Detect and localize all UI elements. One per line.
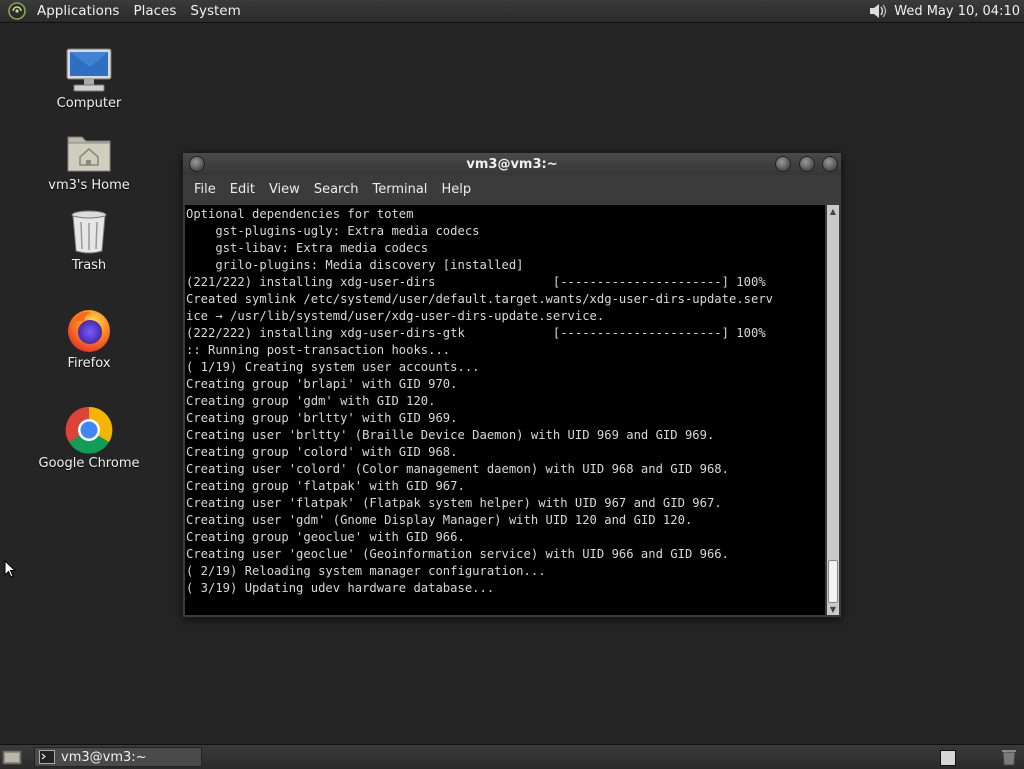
desktop-icon-home[interactable]: vm3's Home <box>34 128 144 193</box>
desktop-icon-label: Computer <box>56 96 122 111</box>
home-folder-icon <box>67 136 111 172</box>
places-menu[interactable]: Places <box>126 0 183 22</box>
terminal-line: ( 3/19) Updating udev hardware database.… <box>186 581 495 595</box>
terminal-line: Creating user 'brltty' (Braille Device D… <box>186 428 715 442</box>
terminal-line: grilo-plugins: Media discovery [installe… <box>215 258 524 272</box>
terminal-line: Creating user 'geoclue' (Geoinformation … <box>186 547 729 561</box>
terminal-line: ( 1/19) Creating system user accounts... <box>186 360 480 374</box>
maximize-button[interactable] <box>799 156 815 172</box>
menu-help[interactable]: Help <box>434 182 478 197</box>
desktop-icon-label: Firefox <box>67 356 111 371</box>
menu-search[interactable]: Search <box>307 182 366 197</box>
terminal-scrollbar[interactable]: ▲ ▼ <box>827 205 839 615</box>
clock[interactable]: Wed May 10, 04:10 <box>894 4 1024 19</box>
window-title: vm3@vm3:~ <box>466 156 558 172</box>
desktop-icon-label: Google Chrome <box>38 456 140 471</box>
taskbar-button-label: vm3@vm3:~ <box>61 749 147 765</box>
terminal-line: Created symlink /etc/systemd/user/defaul… <box>186 292 773 306</box>
menu-terminal[interactable]: Terminal <box>365 182 434 197</box>
menu-file[interactable]: File <box>187 182 223 197</box>
minimize-button[interactable] <box>775 156 791 172</box>
menu-view[interactable]: View <box>262 182 307 197</box>
firefox-icon <box>68 310 110 352</box>
terminal-icon <box>39 750 55 764</box>
desktop-icon-firefox[interactable]: Firefox <box>34 306 144 371</box>
terminal-line: Creating group 'brltty' with GID 969. <box>186 411 458 425</box>
terminal-line: Creating group 'colord' with GID 968. <box>186 445 458 459</box>
terminal-menubar: File Edit View Search Terminal Help <box>183 175 841 203</box>
taskbar-button-terminal[interactable]: vm3@vm3:~ <box>34 747 202 767</box>
terminal-line: Creating group 'flatpak' with GID 967. <box>186 479 465 493</box>
menu-edit[interactable]: Edit <box>223 182 262 197</box>
close-button[interactable] <box>822 156 838 172</box>
workspace-switcher[interactable] <box>940 750 956 766</box>
chrome-icon <box>65 406 113 454</box>
terminal-text: Optional dependencies for totem gst-plug… <box>185 205 825 597</box>
desktop-icon-trash[interactable]: Trash <box>34 208 144 273</box>
terminal-output[interactable]: Optional dependencies for totem gst-plug… <box>185 205 825 615</box>
trash-applet-icon[interactable] <box>1000 748 1018 766</box>
desktop-icon-label: vm3's Home <box>48 178 130 193</box>
system-menu[interactable]: System <box>183 0 247 22</box>
terminal-line: Creating user 'flatpak' (Flatpak system … <box>186 496 722 510</box>
speaker-icon[interactable] <box>866 0 888 22</box>
show-desktop-icon[interactable] <box>2 748 22 766</box>
terminal-line: Creating user 'gdm' (Gnome Display Manag… <box>186 513 693 527</box>
panel-tray: Wed May 10, 04:10 <box>866 0 1024 22</box>
terminal-line: gst-libav: Extra media codecs <box>215 241 429 255</box>
terminal-line: Optional dependencies for totem <box>186 207 414 221</box>
scroll-down-arrow-icon[interactable]: ▼ <box>827 603 839 615</box>
terminal-window[interactable]: vm3@vm3:~ File Edit View Search Terminal… <box>182 152 842 618</box>
desktop-icon-label: Trash <box>71 258 107 273</box>
bottom-panel: vm3@vm3:~ <box>0 744 1024 769</box>
terminal-line: ( 2/19) Reloading system manager configu… <box>186 564 546 578</box>
scrollbar-thumb[interactable] <box>828 560 838 603</box>
trash-icon <box>71 210 107 254</box>
top-panel: Applications Places System Wed May 10, 0… <box>0 0 1024 23</box>
window-titlebar[interactable]: vm3@vm3:~ <box>183 153 841 175</box>
terminal-line: ice → /usr/lib/systemd/user/xdg-user-dir… <box>186 309 605 323</box>
distro-logo-icon[interactable] <box>8 2 26 20</box>
terminal-line: Creating group 'gdm' with GID 120. <box>186 394 436 408</box>
terminal-line: :: Running post-transaction hooks... <box>186 343 451 357</box>
terminal-line: Creating user 'colord' (Color management… <box>186 462 729 476</box>
terminal-line: (221/222) installing xdg-user-dirs [----… <box>186 275 766 289</box>
terminal-line: Creating group 'brlapi' with GID 970. <box>186 377 458 391</box>
terminal-line: gst-plugins-ugly: Extra media codecs <box>215 224 480 238</box>
desktop-icon-computer[interactable]: Computer <box>34 46 144 111</box>
terminal-line: (222/222) installing xdg-user-dirs-gtk [… <box>186 326 766 340</box>
mouse-cursor-icon <box>4 560 16 578</box>
window-menu-icon[interactable] <box>189 156 205 172</box>
desktop-icon-chrome[interactable]: Google Chrome <box>34 406 144 471</box>
terminal-line: Creating group 'geoclue' with GID 966. <box>186 530 465 544</box>
computer-icon <box>66 48 112 92</box>
scroll-up-arrow-icon[interactable]: ▲ <box>827 205 839 217</box>
applications-menu[interactable]: Applications <box>30 0 126 22</box>
